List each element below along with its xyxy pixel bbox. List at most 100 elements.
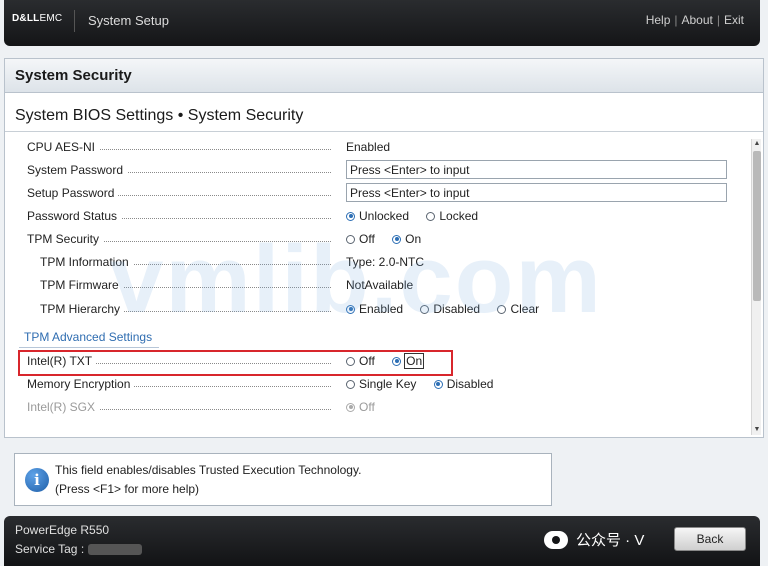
- model-name: PowerEdge R550: [15, 523, 110, 537]
- radio-unlocked[interactable]: Unlocked: [346, 209, 409, 223]
- radio-hierarchy-disabled[interactable]: Disabled: [420, 302, 480, 316]
- radio-hierarchy-clear[interactable]: Clear: [497, 302, 539, 316]
- help-hint: (Press <F1> for more help): [55, 482, 200, 496]
- radio-label: Disabled: [446, 377, 494, 391]
- setting-label: Intel(R) SGX: [27, 400, 331, 414]
- radio-sgx-off: Off: [346, 400, 375, 414]
- logo-divider: [74, 10, 75, 32]
- radio-label: On: [405, 232, 422, 246]
- radio-empty-icon: [346, 379, 355, 389]
- setting-label: System Password: [27, 163, 331, 177]
- link-separator: |: [716, 13, 720, 27]
- service-tag-label: Service Tag :: [15, 542, 85, 556]
- exit-link[interactable]: Exit: [724, 13, 744, 27]
- intel-sgx-label: Intel(R) SGX: [27, 400, 100, 414]
- row-tpm-information: TPM Information Type: 2.0-NTC: [5, 252, 751, 272]
- tpm-security-options: Off On: [346, 232, 435, 247]
- page-title: System BIOS Settings • System Security: [15, 107, 304, 124]
- wechat-watermark: 公众号 · V: [544, 529, 644, 550]
- row-password-status: Password Status Unlocked Locked: [5, 206, 751, 226]
- setting-label: Memory Encryption: [27, 377, 331, 391]
- bottom-bar: PowerEdge R550 Service Tag : 公众号 · V Bac…: [4, 516, 760, 566]
- radio-selected-icon: [392, 234, 402, 244]
- radio-selected-icon: [433, 379, 443, 389]
- row-system-password: System Password Press <Enter> to input: [5, 160, 751, 180]
- system-password-input[interactable]: Press <Enter> to input: [346, 160, 727, 179]
- setting-label: TPM Security: [27, 232, 331, 246]
- settings-panel: System Security System BIOS Settings • S…: [4, 58, 764, 438]
- radio-label: Disabled: [433, 302, 481, 316]
- radio-selected-icon: [346, 211, 355, 221]
- section-title: System Security: [5, 59, 763, 93]
- wechat-icon: [544, 530, 568, 549]
- logo-bold: D&LL: [12, 13, 40, 24]
- row-memory-encryption: Memory Encryption Single Key Disabled: [5, 374, 751, 394]
- radio-label: Locked: [439, 209, 479, 223]
- back-button[interactable]: Back: [674, 527, 746, 551]
- radio-label: Off: [359, 400, 375, 414]
- scroll-down-icon[interactable]: ▼: [753, 426, 761, 434]
- radio-tpm-off[interactable]: Off: [346, 232, 375, 246]
- title-divider: [5, 131, 763, 132]
- row-intel-sgx: Intel(R) SGX Off: [5, 397, 751, 417]
- tpm-firmware-label: TPM Firmware: [40, 278, 123, 292]
- sublink-underline: [19, 347, 159, 348]
- link-separator: |: [674, 13, 678, 27]
- wechat-text: 公众号 · V: [576, 532, 645, 549]
- tpm-hierarchy-label: TPM Hierarchy: [40, 302, 125, 316]
- tpm-information-value: Type: 2.0-NTC: [346, 255, 425, 269]
- memory-encryption-options: Single Key Disabled: [346, 377, 507, 392]
- radio-empty-icon: [497, 304, 507, 314]
- top-bar: D&LLEMC System Setup Help | About | Exit: [4, 0, 760, 46]
- row-setup-password: Setup Password Press <Enter> to input: [5, 183, 751, 203]
- row-tpm-hierarchy: TPM Hierarchy Enabled Disabled Clear: [5, 299, 751, 319]
- radio-locked[interactable]: Locked: [426, 209, 478, 223]
- help-box: i This field enables/disables Trusted Ex…: [14, 453, 552, 506]
- setting-label: CPU AES-NI: [27, 140, 331, 154]
- about-link[interactable]: About: [682, 13, 713, 27]
- tpm-security-label: TPM Security: [27, 232, 104, 246]
- row-tpm-security: TPM Security Off On: [5, 229, 751, 249]
- help-link[interactable]: Help: [646, 13, 671, 27]
- radio-empty-icon: [426, 211, 436, 221]
- app-title: System Setup: [88, 13, 169, 28]
- setting-label: Setup Password: [27, 186, 331, 200]
- row-cpu-aes-ni: CPU AES-NI Enabled: [5, 137, 751, 157]
- tpm-hierarchy-options: Enabled Disabled Clear: [346, 302, 553, 317]
- tpm-information-label: TPM Information: [40, 255, 133, 269]
- radio-label: Off: [359, 232, 375, 246]
- radio-hierarchy-enabled[interactable]: Enabled: [346, 302, 403, 316]
- help-text: This field enables/disables Trusted Exec…: [55, 463, 362, 477]
- tpm-advanced-settings-link[interactable]: TPM Advanced Settings: [24, 330, 152, 344]
- row-tpm-firmware: TPM Firmware NotAvailable: [5, 275, 751, 295]
- cpu-aes-ni-label: CPU AES-NI: [27, 140, 100, 154]
- radio-label: Clear: [510, 302, 540, 316]
- scroll-thumb[interactable]: [753, 151, 761, 301]
- setup-password-input[interactable]: Press <Enter> to input: [346, 183, 727, 202]
- radio-encryption-disabled[interactable]: Disabled: [433, 377, 494, 391]
- password-status-label: Password Status: [27, 209, 122, 223]
- password-status-options: Unlocked Locked: [346, 209, 492, 224]
- radio-empty-icon: [420, 304, 430, 314]
- radio-label: Enabled: [359, 302, 404, 316]
- scroll-up-icon[interactable]: ▲: [753, 140, 761, 148]
- radio-label: Unlocked: [359, 209, 410, 223]
- memory-encryption-label: Memory Encryption: [27, 377, 135, 391]
- radio-selected-icon: [346, 304, 355, 314]
- radio-label: Single Key: [359, 377, 417, 391]
- dell-emc-logo: D&LLEMC: [12, 13, 62, 24]
- tpm-firmware-value: NotAvailable: [346, 278, 414, 292]
- radio-single-key[interactable]: Single Key: [346, 377, 416, 391]
- radio-tpm-on[interactable]: On: [392, 232, 421, 246]
- cpu-aes-ni-value: Enabled: [346, 140, 391, 154]
- radio-empty-icon: [346, 234, 355, 244]
- logo-light: EMC: [39, 13, 63, 24]
- setting-label: TPM Hierarchy: [40, 302, 331, 316]
- scrollbar[interactable]: ▲ ▼: [751, 139, 761, 435]
- service-tag-redacted: [88, 544, 143, 556]
- system-password-label: System Password: [27, 163, 128, 177]
- setup-password-label: Setup Password: [27, 186, 119, 200]
- top-links: Help | About | Exit: [646, 13, 744, 27]
- service-tag: Service Tag :: [15, 542, 143, 556]
- intel-txt-label: Intel(R) TXT: [27, 354, 97, 368]
